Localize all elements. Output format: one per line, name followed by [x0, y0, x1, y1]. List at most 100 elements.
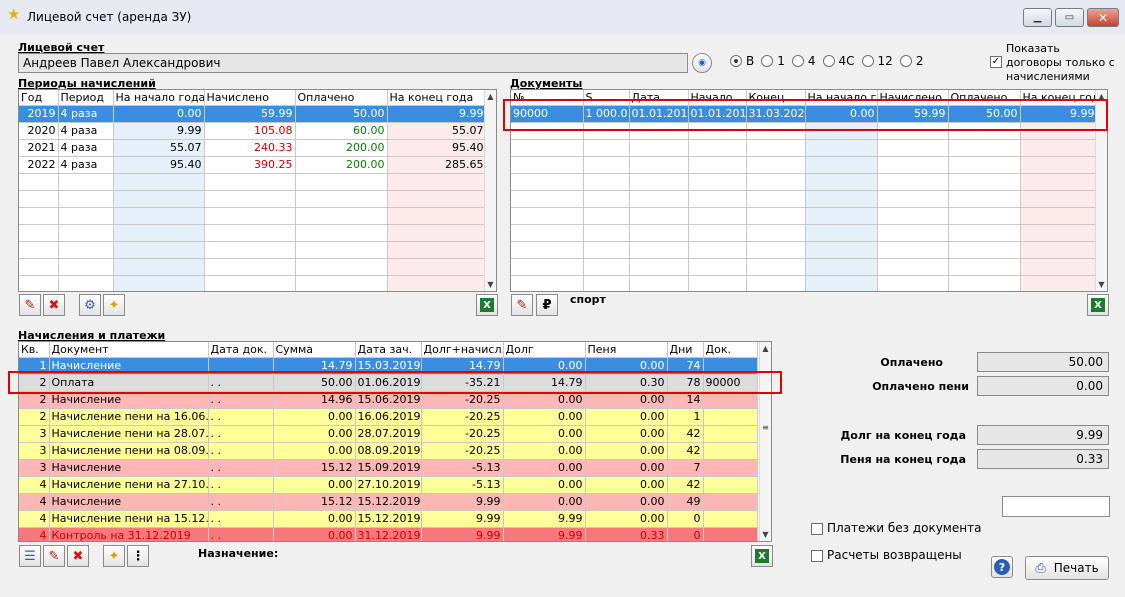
periods-row[interactable]: [19, 207, 487, 225]
documents-cell: [948, 139, 1021, 157]
edit-pencil-icon[interactable]: ✎: [19, 294, 41, 316]
charges-row[interactable]: 3Начисление пени на 28.07.2019. .0.0028.…: [19, 425, 758, 443]
charges-col-header[interactable]: Кв.: [19, 342, 50, 358]
periods-cell: [113, 224, 205, 242]
charges-col-header[interactable]: Дата док.: [208, 342, 274, 358]
show-contracts-label: Показать договоры только с начислениями: [1006, 42, 1115, 83]
periods-row[interactable]: [19, 190, 487, 208]
charges-col-header[interactable]: Док.: [703, 342, 758, 358]
charges-col-header[interactable]: Дни: [667, 342, 704, 358]
charges-row[interactable]: 4 Начисление. . 15.12 15.12.2019 9.99 0.00 0.0…: [19, 493, 758, 511]
periods-row[interactable]: [19, 275, 487, 291]
returned-checkbox[interactable]: [811, 550, 823, 562]
print-button[interactable]: ⎙ Печать: [1025, 556, 1109, 580]
documents-row[interactable]: [511, 275, 1098, 291]
periods-col-header[interactable]: Начислено: [204, 90, 296, 106]
account-lookup-button[interactable]: ◉: [692, 53, 712, 73]
periods-col-header[interactable]: На начало года: [113, 90, 205, 106]
charges-delete-icon[interactable]: ✖: [67, 545, 89, 567]
charges-col-header[interactable]: Дата зач.: [355, 342, 422, 358]
periods-row[interactable]: 2021 4 раза 55.07 240.33 200.00 95.40: [19, 139, 487, 157]
charges-row[interactable]: 3 Начисление. . 15.12 15.09.2019 -5.13 0.00 0.…: [19, 459, 758, 477]
charges-col-header[interactable]: Долг+начисл.: [421, 342, 504, 358]
charges-col-header[interactable]: Сумма: [273, 342, 356, 358]
documents-cell: [948, 190, 1021, 208]
charges-col-header[interactable]: Пеня: [585, 342, 668, 358]
periods-row[interactable]: [19, 258, 487, 276]
close-button[interactable]: ✕: [1087, 8, 1119, 27]
documents-row[interactable]: [511, 139, 1098, 157]
periods-cell: [204, 258, 296, 276]
extra-input[interactable]: [1002, 496, 1110, 517]
option-b-radio[interactable]: В: [730, 54, 754, 68]
periods-cell: [387, 190, 487, 208]
charges-excel-export-icon[interactable]: X: [751, 545, 773, 567]
periods-cell: 200.00: [295, 156, 388, 174]
charges-edit-pencil-icon[interactable]: ✎: [43, 545, 65, 567]
documents-row[interactable]: [511, 156, 1098, 174]
doc-edit-pencil-icon[interactable]: ✎: [511, 294, 533, 316]
list-icon[interactable]: ☰: [19, 545, 41, 567]
periods-row[interactable]: 2020 4 раза 9.99 105.08 60.00 55.07: [19, 122, 487, 140]
charges-row[interactable]: 3Начисление пени на 08.09.2019. .0.0008.…: [19, 442, 758, 460]
documents-cell: [511, 139, 584, 157]
maximize-button[interactable]: ▭: [1055, 8, 1084, 27]
charges-cell: 0.00: [503, 459, 586, 477]
option-12-radio[interactable]: 12: [861, 54, 893, 68]
charges-cell: 1: [667, 408, 704, 426]
documents-row[interactable]: [511, 224, 1098, 242]
documents-cell: [746, 139, 806, 157]
no-doc-checkbox[interactable]: [811, 523, 823, 535]
documents-row[interactable]: [511, 258, 1098, 276]
charges-col-header[interactable]: Долг: [503, 342, 586, 358]
charges-cell: . .: [208, 442, 274, 460]
help-button[interactable]: ?: [991, 556, 1013, 578]
charges-row[interactable]: 4 Контроль на 31.12.2019. . 0.00 31.12.2019…: [19, 527, 758, 541]
charges-cell: 0.33: [585, 527, 668, 541]
charges-col-header[interactable]: Документ: [49, 342, 209, 358]
charges-row[interactable]: 2Начисление пени на 16.06.2019. .0.0016.…: [19, 408, 758, 426]
more-options-icon[interactable]: ⋮: [127, 545, 149, 567]
documents-cell: [629, 190, 689, 208]
periods-col-header[interactable]: Год: [19, 90, 59, 106]
documents-cell: [805, 207, 878, 225]
documents-cell: [948, 156, 1021, 174]
new-icon[interactable]: ✦: [103, 294, 125, 316]
periods-row[interactable]: 2022 4 раза 95.40 390.25 200.00 285.65: [19, 156, 487, 174]
charges-cell: 9.99: [421, 510, 504, 528]
option-4c-radio[interactable]: 4С: [822, 54, 855, 68]
periods-col-header[interactable]: Период: [58, 90, 114, 106]
periods-col-header[interactable]: На конец года: [387, 90, 487, 106]
option-1-radio[interactable]: 1: [761, 54, 785, 68]
periods-cell: [19, 275, 59, 291]
periods-col-header[interactable]: Оплачено: [295, 90, 388, 106]
documents-row[interactable]: [511, 241, 1098, 259]
excel-export-icon[interactable]: X: [476, 294, 498, 316]
calculate-icon[interactable]: ⚙: [79, 294, 101, 316]
periods-row[interactable]: [19, 224, 487, 242]
documents-cell: [688, 258, 747, 276]
documents-cell: [805, 173, 878, 191]
documents-row[interactable]: [511, 207, 1098, 225]
charges-new-icon[interactable]: ✦: [103, 545, 125, 567]
periods-row[interactable]: 2019 4 раза 0.00 59.99 50.00 9.99: [19, 105, 487, 123]
periods-row[interactable]: [19, 173, 487, 191]
ruble-icon[interactable]: ₽: [536, 294, 558, 316]
option-4-radio[interactable]: 4: [791, 54, 816, 68]
charges-cell: . .: [208, 493, 274, 511]
delete-icon[interactable]: ✖: [43, 294, 65, 316]
periods-row[interactable]: [19, 241, 487, 259]
charges-row[interactable]: 4Начисление пени на 15.12.2019. .0.0015.…: [19, 510, 758, 528]
documents-row[interactable]: [511, 190, 1098, 208]
account-field[interactable]: Андреев Павел Александрович: [18, 53, 688, 73]
doc-excel-export-icon[interactable]: X: [1087, 294, 1109, 316]
penalty-value: 0.33: [977, 449, 1109, 469]
documents-row[interactable]: [511, 173, 1098, 191]
minimize-button[interactable]: ▁: [1023, 8, 1052, 27]
charges-row[interactable]: 4Начисление пени на 27.10.2019. .0.0027.…: [19, 476, 758, 494]
charges-cell: 9.99: [421, 527, 504, 541]
periods-scrollbar[interactable]: ▲ ▼: [484, 90, 496, 291]
charges-cell: 2: [19, 408, 50, 426]
option-2-radio[interactable]: 2: [899, 54, 923, 68]
show-contracts-checkbox[interactable]: ✓: [990, 56, 1002, 68]
